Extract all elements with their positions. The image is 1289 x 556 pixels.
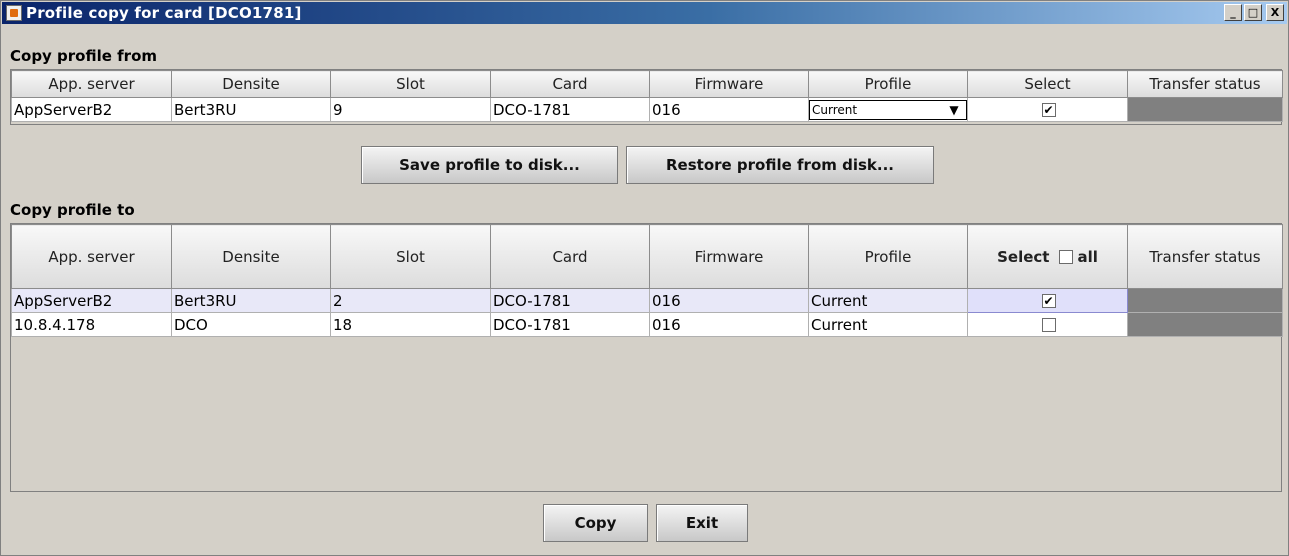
profile-copy-window: Profile copy for card [DCO1781] _ □ X Co… <box>0 0 1289 556</box>
copy-from-label: Copy profile from <box>10 47 158 65</box>
select-all-label: all <box>1077 247 1098 266</box>
cell-firmware[interactable]: 016 <box>649 97 809 122</box>
cell-densite[interactable]: Bert3RU <box>171 288 331 313</box>
title-bar[interactable]: Profile copy for card [DCO1781] _ □ X <box>2 2 1287 24</box>
column-header-select[interactable]: Select all <box>967 224 1128 289</box>
column-header-firmware[interactable]: Firmware <box>649 224 809 289</box>
exit-button[interactable]: Exit <box>656 504 748 542</box>
column-header-slot[interactable]: Slot <box>330 70 491 98</box>
select-column-label: Select <box>997 247 1050 266</box>
cell-card[interactable]: DCO-1781 <box>490 288 650 313</box>
cell-card[interactable]: DCO-1781 <box>490 97 650 122</box>
cell-slot[interactable]: 9 <box>330 97 491 122</box>
cell-select[interactable] <box>967 288 1128 313</box>
java-app-icon <box>6 5 22 21</box>
cell-transfer-status <box>1127 288 1283 313</box>
cell-slot[interactable]: 18 <box>330 312 491 337</box>
cell-profile[interactable]: Current <box>808 312 968 337</box>
cell-app-server[interactable]: AppServerB2 <box>11 97 172 122</box>
cell-select[interactable] <box>967 312 1128 337</box>
copy-button[interactable]: Copy <box>543 504 648 542</box>
column-header-transfer-status[interactable]: Transfer status <box>1127 224 1283 289</box>
copy-from-table: App. server Densite Slot Card Firmware P… <box>11 70 1283 122</box>
cell-transfer-status <box>1127 312 1283 337</box>
window-controls: _ □ X <box>1224 4 1284 21</box>
select-all-checkbox[interactable] <box>1059 249 1074 264</box>
window-title: Profile copy for card [DCO1781] <box>26 4 302 22</box>
table-row[interactable]: AppServerB2 Bert3RU 2 DCO-1781 016 Curre… <box>11 288 1283 313</box>
column-header-transfer-status[interactable]: Transfer status <box>1127 70 1283 98</box>
dropdown-arrow-icon[interactable]: ▼ <box>942 103 966 117</box>
table-row[interactable]: 10.8.4.178 DCO 18 DCO-1781 016 Current <box>11 312 1283 337</box>
restore-profile-button[interactable]: Restore profile from disk... <box>626 146 934 184</box>
select-checkbox[interactable] <box>1041 103 1056 117</box>
column-header-slot[interactable]: Slot <box>330 224 491 289</box>
cell-slot[interactable]: 2 <box>330 288 491 313</box>
cell-firmware[interactable]: 016 <box>649 312 809 337</box>
cell-app-server[interactable]: 10.8.4.178 <box>11 312 172 337</box>
cell-densite[interactable]: DCO <box>171 312 331 337</box>
cell-densite[interactable]: Bert3RU <box>171 97 331 122</box>
cell-app-server[interactable]: AppServerB2 <box>11 288 172 313</box>
column-header-densite[interactable]: Densite <box>171 70 331 98</box>
column-header-card[interactable]: Card <box>490 224 650 289</box>
copy-to-label: Copy profile to <box>10 201 135 219</box>
maximize-button[interactable]: □ <box>1244 4 1262 21</box>
cell-profile[interactable]: Current <box>808 288 968 313</box>
column-header-firmware[interactable]: Firmware <box>649 70 809 98</box>
profile-select[interactable]: Current ▼ <box>809 99 967 120</box>
select-checkbox[interactable] <box>1041 318 1056 332</box>
select-checkbox[interactable] <box>1041 294 1056 308</box>
cell-transfer-status <box>1127 97 1283 122</box>
table-row[interactable]: AppServerB2 Bert3RU 9 DCO-1781 016 Curre… <box>11 97 1283 122</box>
column-header-app-server[interactable]: App. server <box>11 70 172 98</box>
column-header-profile[interactable]: Profile <box>808 224 968 289</box>
save-profile-button[interactable]: Save profile to disk... <box>361 146 618 184</box>
cell-card[interactable]: DCO-1781 <box>490 312 650 337</box>
copy-to-table: App. server Densite Slot Card Firmware P… <box>11 224 1283 337</box>
column-header-densite[interactable]: Densite <box>171 224 331 289</box>
cell-firmware[interactable]: 016 <box>649 288 809 313</box>
profile-select-value: Current <box>812 102 858 117</box>
column-header-profile[interactable]: Profile <box>808 70 968 98</box>
minimize-button[interactable]: _ <box>1224 4 1242 21</box>
column-header-select[interactable]: Select <box>967 70 1128 98</box>
column-header-card[interactable]: Card <box>490 70 650 98</box>
close-button[interactable]: X <box>1266 4 1284 21</box>
cell-select[interactable] <box>967 97 1128 122</box>
column-header-app-server[interactable]: App. server <box>11 224 172 289</box>
cell-profile[interactable]: Current ▼ <box>808 97 968 122</box>
